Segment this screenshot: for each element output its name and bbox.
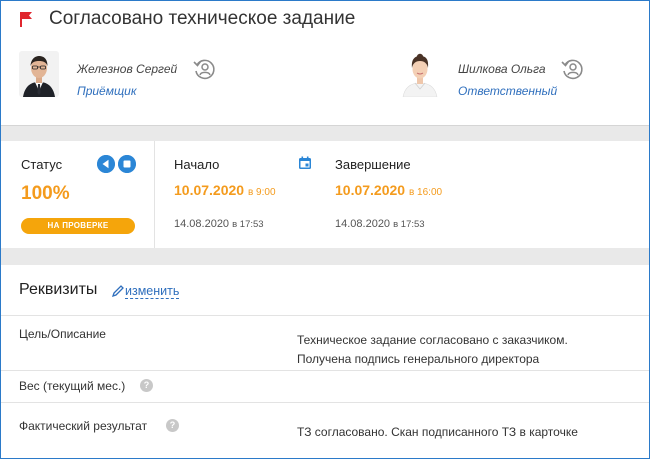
section-title: Реквизиты: [19, 281, 98, 298]
stop-icon[interactable]: [118, 155, 136, 173]
divider: [154, 141, 155, 248]
field-value-line: Получена подпись генерального директора: [297, 352, 540, 366]
participant-name: Шилкова Ольга: [458, 62, 546, 76]
task-card: Согласовано техническое задание Железнов: [0, 0, 650, 459]
field-value-line: ТЗ согласовано. Скан подписанного ТЗ в к…: [297, 425, 578, 439]
section-separator: [1, 125, 649, 141]
avatar[interactable]: [19, 51, 59, 97]
help-icon[interactable]: ?: [166, 419, 179, 432]
field-label-description: Цель/Описание: [19, 327, 106, 341]
status-panel: Статус 100% НА ПРОВЕРКЕ Начало 10.07.202…: [1, 141, 649, 248]
page-title: Согласовано техническое задание: [49, 8, 356, 29]
start-actual-date-value: 14.08.2020: [174, 218, 230, 230]
rewind-icon[interactable]: [97, 155, 115, 173]
flag-icon: [20, 12, 32, 27]
person-reassign-icon[interactable]: [560, 57, 584, 81]
start-planned-date: 10.07.2020 в 9:00: [174, 182, 276, 198]
help-icon[interactable]: ?: [140, 379, 153, 392]
person-reassign-icon[interactable]: [192, 57, 216, 81]
status-label: Статус: [21, 157, 63, 172]
start-actual-time: в 17:53: [232, 219, 264, 230]
end-planned-date: 10.07.2020 в 16:00: [335, 182, 442, 198]
field-value-line: Техническое задание согласовано с заказч…: [297, 333, 568, 347]
divider: [1, 402, 649, 403]
field-value-result: ТЗ согласовано. Скан подписанного ТЗ в к…: [297, 423, 578, 442]
avatar[interactable]: [400, 51, 440, 97]
end-label: Завершение: [335, 157, 411, 172]
participant-role-link[interactable]: Приёмщик: [77, 84, 137, 98]
section-separator: [1, 248, 649, 265]
participant-role-link[interactable]: Ответственный: [458, 84, 557, 98]
task-header: Согласовано техническое задание Железнов: [1, 1, 649, 124]
field-label-weight: Вес (текущий мес.): [19, 379, 126, 393]
end-planned-date-value: 10.07.2020: [335, 182, 406, 198]
start-actual-date: 14.08.2020 в 17:53: [174, 218, 264, 230]
edit-label[interactable]: изменить: [125, 284, 180, 299]
calendar-icon[interactable]: [298, 156, 312, 170]
pencil-icon: [111, 285, 124, 298]
start-label: Начало: [174, 157, 220, 172]
participant-name: Железнов Сергей: [77, 62, 178, 76]
end-actual-date-value: 14.08.2020: [335, 218, 391, 230]
status-badge: НА ПРОВЕРКЕ: [21, 218, 135, 234]
start-planned-time: в 9:00: [247, 187, 276, 198]
end-actual-time: в 17:53: [393, 219, 425, 230]
end-actual-date: 14.08.2020 в 17:53: [335, 218, 425, 230]
field-label-result: Фактический результат: [19, 419, 148, 433]
start-planned-date-value: 10.07.2020: [174, 182, 245, 198]
field-value-description: Техническое задание согласовано с заказч…: [297, 331, 568, 369]
end-planned-time: в 16:00: [408, 187, 443, 198]
divider: [1, 370, 649, 371]
progress-percent: 100%: [21, 183, 70, 204]
divider: [1, 315, 649, 316]
